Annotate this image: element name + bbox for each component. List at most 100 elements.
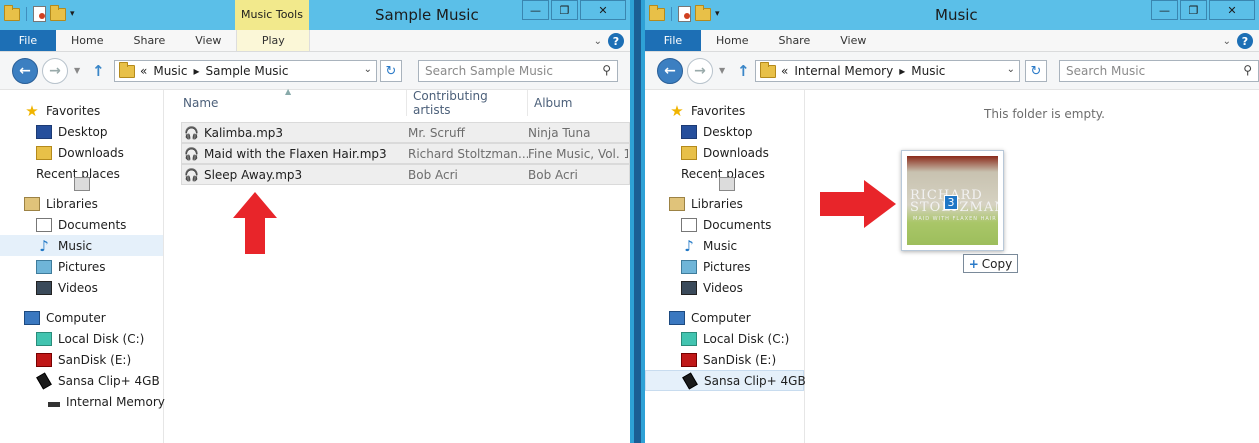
expand-ribbon-icon[interactable]: ⌄ [594,36,602,47]
title-bar[interactable]: ▾ Music — ❐ ✕ [645,0,1259,30]
close-button[interactable]: ✕ [580,0,626,20]
nav-pictures[interactable]: Pictures [645,256,804,277]
window-title: Sample Music [375,6,479,24]
nav-documents[interactable]: Documents [0,214,163,235]
search-icon[interactable]: ⚲ [602,63,611,77]
breadcrumb-internal-memory[interactable]: Internal Memory [794,64,893,78]
navigation-pane: ★ Favorites Desktop Downloads Recent plac… [0,90,165,443]
nav-computer[interactable]: Computer [0,307,163,328]
tab-home[interactable]: Home [701,30,763,51]
file-row[interactable]: 🎧 Sleep Away.mp3 Bob Acri Bob Acri [181,164,630,185]
nav-pictures[interactable]: Pictures [0,256,163,277]
title-bar[interactable]: ▾ Music Tools Sample Music — ❐ ✕ [0,0,630,30]
window-title: Music [935,6,978,24]
recent-locations-icon[interactable]: ▼ [74,66,80,75]
help-icon[interactable]: ? [608,33,624,49]
nav-sansa-clip[interactable]: Sansa Clip+ 4GB [645,370,806,391]
nav-favorites[interactable]: ★ Favorites [0,100,163,121]
customize-toolbar-icon[interactable]: ▾ [715,9,720,19]
nav-sandisk[interactable]: SanDisk (E:) [0,349,163,370]
address-dropdown-icon[interactable]: ⌄ [364,64,372,75]
nav-documents[interactable]: Documents [645,214,804,235]
minimize-button[interactable]: — [522,0,549,20]
refresh-button[interactable]: ↻ [1025,60,1047,82]
usb-drive-icon [681,352,697,367]
nav-recent-places[interactable]: Recent places [0,163,163,191]
minimize-button[interactable]: — [1151,0,1178,20]
address-bar[interactable]: « Internal Memory ▸ Music ⌄ [755,60,1020,82]
new-folder-icon[interactable] [50,4,66,21]
nav-local-disk[interactable]: Local Disk (C:) [645,328,804,349]
item-count-badge: 3 [944,195,958,210]
nav-videos[interactable]: Videos [0,277,163,298]
column-contributing-artists[interactable]: Contributing artists [407,89,528,117]
breadcrumb-music[interactable]: Music [153,64,187,78]
back-button[interactable]: ← [657,58,683,84]
expand-ribbon-icon[interactable]: ⌄ [1223,36,1231,47]
customize-toolbar-icon[interactable]: ▾ [70,9,75,19]
nav-favorites[interactable]: ★ Favorites [645,100,804,121]
address-bar[interactable]: « Music ▸ Sample Music ⌄ [114,60,377,82]
refresh-button[interactable]: ↻ [380,60,402,82]
nav-music[interactable]: ♪ Music [645,235,804,256]
nav-internal-memory[interactable]: Internal Memory [0,391,165,412]
nav-libraries[interactable]: Libraries [645,193,804,214]
address-dropdown-icon[interactable]: ⌄ [1007,64,1015,75]
file-row[interactable]: 🎧 Kalimba.mp3 Mr. Scruff Ninja Tuna [181,122,630,143]
tab-play[interactable]: Play [236,30,311,51]
recent-places-icon [74,177,90,191]
folder-icon[interactable] [649,4,665,21]
search-icon[interactable]: ⚲ [1243,63,1252,77]
up-icon[interactable]: ↑ [737,62,750,80]
music-note-icon: ♪ [39,236,49,255]
back-button[interactable]: ← [12,58,38,84]
music-note-icon: ♪ [684,236,694,255]
maximize-button[interactable]: ❐ [551,0,578,20]
nav-recent-places[interactable]: Recent places [645,163,804,191]
help-icon[interactable]: ? [1237,33,1253,49]
search-input[interactable]: Search Music ⚲ [1059,60,1259,82]
column-album[interactable]: Album [528,90,628,116]
window-controls: — ❐ ✕ [520,0,626,20]
maximize-button[interactable]: ❐ [1180,0,1207,20]
search-input[interactable]: Search Sample Music ⚲ [418,60,618,82]
nav-libraries[interactable]: Libraries [0,193,163,214]
nav-sandisk[interactable]: SanDisk (E:) [645,349,804,370]
computer-icon [24,310,40,325]
forward-button[interactable]: → [687,58,713,84]
nav-computer[interactable]: Computer [645,307,804,328]
nav-sansa-clip[interactable]: Sansa Clip+ 4GB [0,370,163,391]
up-icon[interactable]: ↑ [92,62,105,80]
forward-button[interactable]: → [42,58,68,84]
tab-home[interactable]: Home [56,30,118,51]
hard-drive-icon [36,331,52,346]
nav-desktop[interactable]: Desktop [0,121,163,142]
tab-share[interactable]: Share [118,30,180,51]
new-folder-icon[interactable] [695,4,711,21]
quick-access-toolbar: ▾ [649,4,720,22]
properties-icon[interactable] [33,6,46,22]
close-button[interactable]: ✕ [1209,0,1255,20]
nav-downloads[interactable]: Downloads [0,142,163,163]
breadcrumb-music[interactable]: Music [911,64,945,78]
tab-file[interactable]: File [645,30,701,51]
contextual-tab-music-tools: Music Tools [235,0,309,30]
nav-music[interactable]: ♪ Music [0,235,163,256]
properties-icon[interactable] [678,6,691,22]
copy-label: Copy [981,256,1013,271]
folder-icon[interactable] [4,4,20,21]
nav-videos[interactable]: Videos [645,277,804,298]
tab-file[interactable]: File [0,30,56,51]
recent-locations-icon[interactable]: ▼ [719,66,725,75]
nav-local-disk[interactable]: Local Disk (C:) [0,328,163,349]
breadcrumb-sample-music[interactable]: Sample Music [206,64,289,78]
tab-view[interactable]: View [825,30,881,51]
tab-view[interactable]: View [180,30,236,51]
file-row[interactable]: 🎧 Maid with the Flaxen Hair.mp3 Richard S… [181,143,630,164]
nav-downloads[interactable]: Downloads [645,142,804,163]
folder-icon [119,61,135,78]
ribbon-tabs: File Home Share View Play ⌄ ? [0,30,630,52]
libraries-icon [24,196,40,211]
nav-desktop[interactable]: Desktop [645,121,804,142]
tab-share[interactable]: Share [763,30,825,51]
